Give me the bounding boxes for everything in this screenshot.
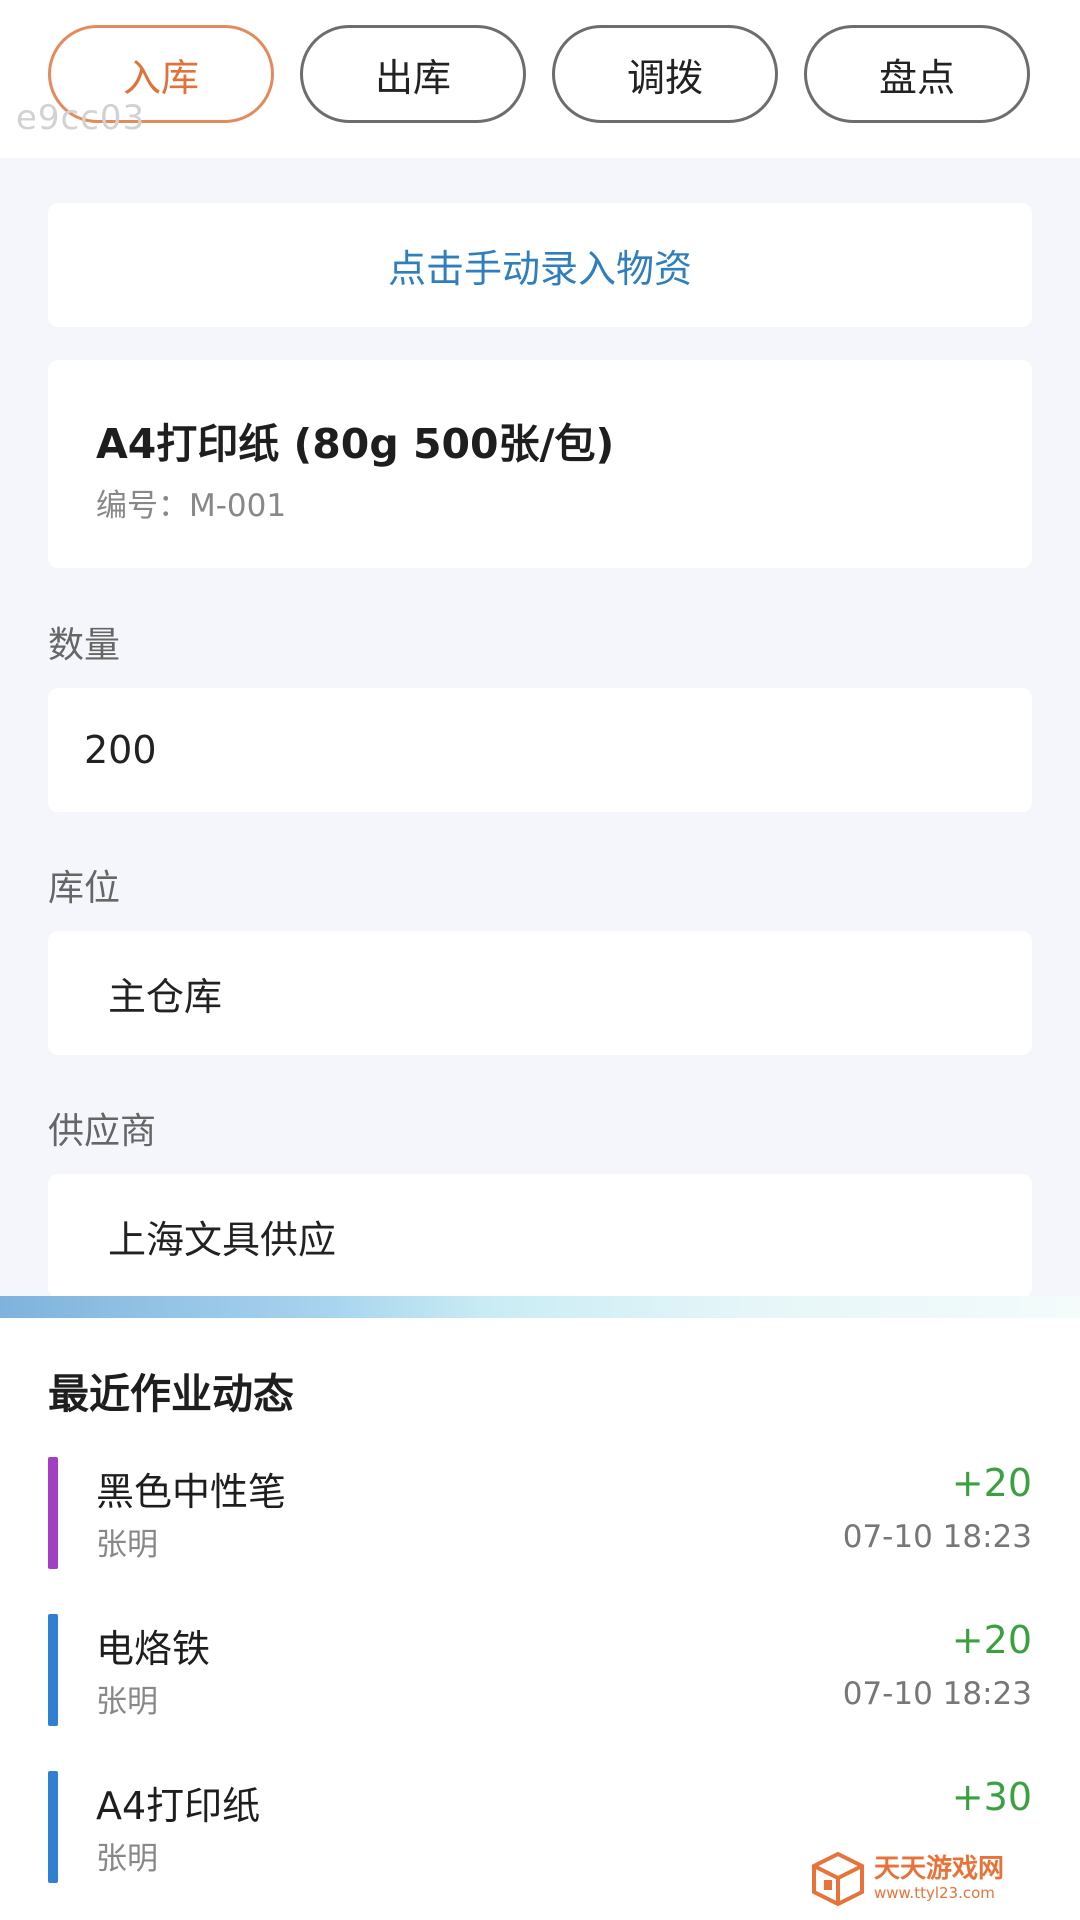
watermark-url: www.ttyl23.com <box>874 1883 995 1902</box>
activity-item-user: 张明 <box>96 1684 158 1720</box>
site-watermark: 天天游戏网 www.ttyl23.com <box>810 1848 1050 1908</box>
location-input[interactable] <box>48 931 1032 1055</box>
activity-color-bar <box>48 1771 58 1883</box>
recent-activity-panel: 最近作业动态 黑色中性笔 张明 +20 07-10 18:23 电烙铁 张明 +… <box>0 1318 1080 1920</box>
tab-transfer[interactable]: 调拨 <box>552 25 778 123</box>
activity-item-name: 电烙铁 <box>96 1627 211 1671</box>
watermark-text: 天天游戏网 www.ttyl23.com <box>874 1856 1004 1901</box>
activity-color-bar <box>48 1614 58 1726</box>
activity-item-user: 张明 <box>96 1841 158 1877</box>
cube-logo-icon <box>812 1851 864 1906</box>
quantity-label: 数量 <box>48 625 121 666</box>
selected-item-card: A4打印纸 (80g 500张/包) 编号：M-001 <box>48 360 1032 568</box>
activity-item-quantity: +20 <box>951 1618 1032 1662</box>
watermark-code: e9cc03 <box>16 98 146 138</box>
location-label: 库位 <box>48 868 121 909</box>
supplier-label: 供应商 <box>48 1111 157 1152</box>
manual-entry-button[interactable]: 点击手动录入物资 <box>48 203 1032 327</box>
activity-item-time: 07-10 18:23 <box>842 1519 1032 1555</box>
activity-item-name: A4打印纸 <box>96 1784 261 1828</box>
activity-item-time: 07-10 18:23 <box>842 1676 1032 1712</box>
supplier-input[interactable] <box>48 1174 1032 1298</box>
item-title: A4打印纸 (80g 500张/包) <box>96 420 615 468</box>
activity-item-quantity: +30 <box>951 1775 1032 1819</box>
activity-color-bar <box>48 1457 58 1569</box>
activity-item[interactable]: 电烙铁 张明 +20 07-10 18:23 <box>0 1614 1080 1728</box>
item-code: 编号：M-001 <box>96 488 287 524</box>
operation-tabs: 入库 出库 调拨 盘点 e9cc03 <box>0 0 1080 158</box>
activity-item-user: 张明 <box>96 1527 158 1563</box>
quantity-input[interactable] <box>48 688 1032 812</box>
page: 入库 出库 调拨 盘点 e9cc03 点击手动录入物资 A4打印纸 (80g 5… <box>0 0 1080 1920</box>
activity-item[interactable]: 黑色中性笔 张明 +20 07-10 18:23 <box>0 1457 1080 1571</box>
activity-item-quantity: +20 <box>951 1461 1032 1505</box>
tab-stocktake[interactable]: 盘点 <box>804 25 1030 123</box>
recent-activity-title: 最近作业动态 <box>48 1370 294 1418</box>
tab-outbound[interactable]: 出库 <box>300 25 526 123</box>
activity-item-name: 黑色中性笔 <box>96 1470 287 1514</box>
decorative-strip <box>0 1296 1080 1318</box>
watermark-name: 天天游戏网 <box>874 1853 1005 1884</box>
